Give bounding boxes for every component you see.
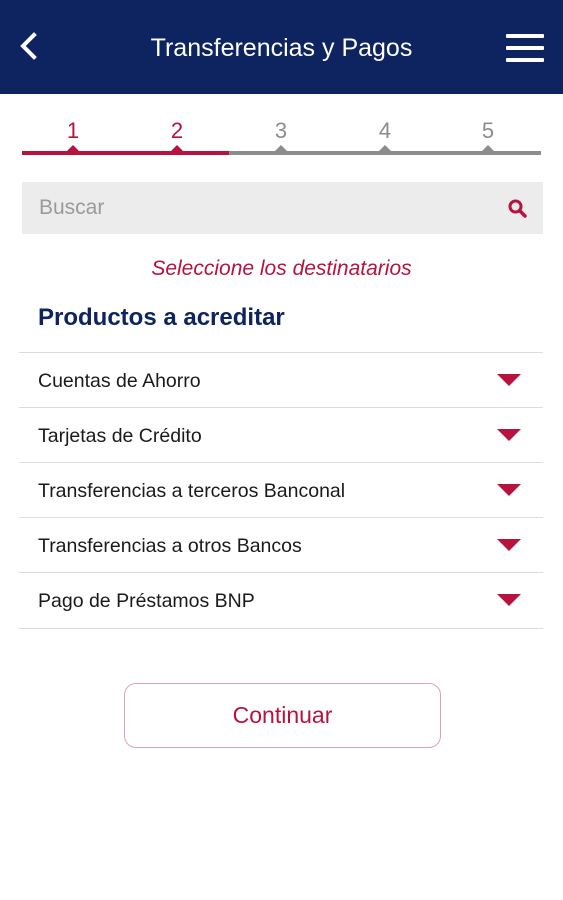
hamburger-bar [506, 46, 544, 50]
step-5-marker [482, 145, 494, 151]
hamburger-bar [506, 58, 544, 62]
list-item-label: Transferencias a terceros Banconal [38, 480, 346, 502]
list-item-label: Tarjetas de Crédito [38, 425, 202, 447]
chevron-down-icon[interactable] [497, 429, 521, 441]
step-3-marker [275, 145, 287, 151]
step-1-label: 1 [66, 118, 80, 143]
chevron-down-icon[interactable] [497, 539, 521, 551]
chevron-down-icon[interactable] [497, 374, 521, 386]
chevron-down-icon[interactable] [497, 484, 521, 496]
step-2-marker [171, 145, 183, 151]
search-input[interactable] [22, 182, 492, 234]
chevron-down-icon[interactable] [497, 594, 521, 606]
hamburger-menu-icon [506, 34, 544, 38]
section-title: Productos a acreditar [38, 304, 285, 331]
list-item-tarjetas-de-credito[interactable]: Tarjetas de Crédito [19, 407, 543, 462]
search-icon[interactable] [507, 198, 529, 220]
stepper-line-remaining [229, 151, 541, 155]
list-item-transferencias-otros-bancos[interactable]: Transferencias a otros Bancos [19, 517, 543, 572]
list-item-label: Transferencias a otros Bancos [38, 535, 302, 557]
list-item-cuentas-de-ahorro[interactable]: Cuentas de Ahorro [19, 352, 543, 407]
products-list: Cuentas de Ahorro Tarjetas de Crédito Tr… [19, 352, 543, 629]
step-4-label: 4 [378, 118, 392, 143]
instruction-text: Seleccione los destinatarios [151, 257, 412, 280]
list-item-label: Cuentas de Ahorro [38, 370, 201, 392]
list-item-transferencias-terceros[interactable]: Transferencias a terceros Banconal [19, 462, 543, 517]
continue-button[interactable]: Continuar [124, 683, 441, 748]
step-4-marker [379, 145, 391, 151]
list-item-label: Pago de Préstamos BNP [38, 590, 255, 612]
step-1-marker [67, 145, 79, 151]
menu-button[interactable] [504, 30, 548, 66]
list-item-pago-prestamos[interactable]: Pago de Préstamos BNP [19, 572, 543, 629]
step-2-label: 2 [170, 118, 184, 143]
progress-stepper: 1 2 3 4 5 [0, 110, 563, 170]
step-3-label: 3 [274, 118, 288, 143]
app-header: Transferencias y Pagos [0, 0, 563, 94]
search-bar [22, 182, 543, 234]
step-5-label: 5 [481, 118, 495, 143]
page-title: Transferencias y Pagos [150, 34, 413, 62]
stepper-line-completed [22, 151, 229, 155]
